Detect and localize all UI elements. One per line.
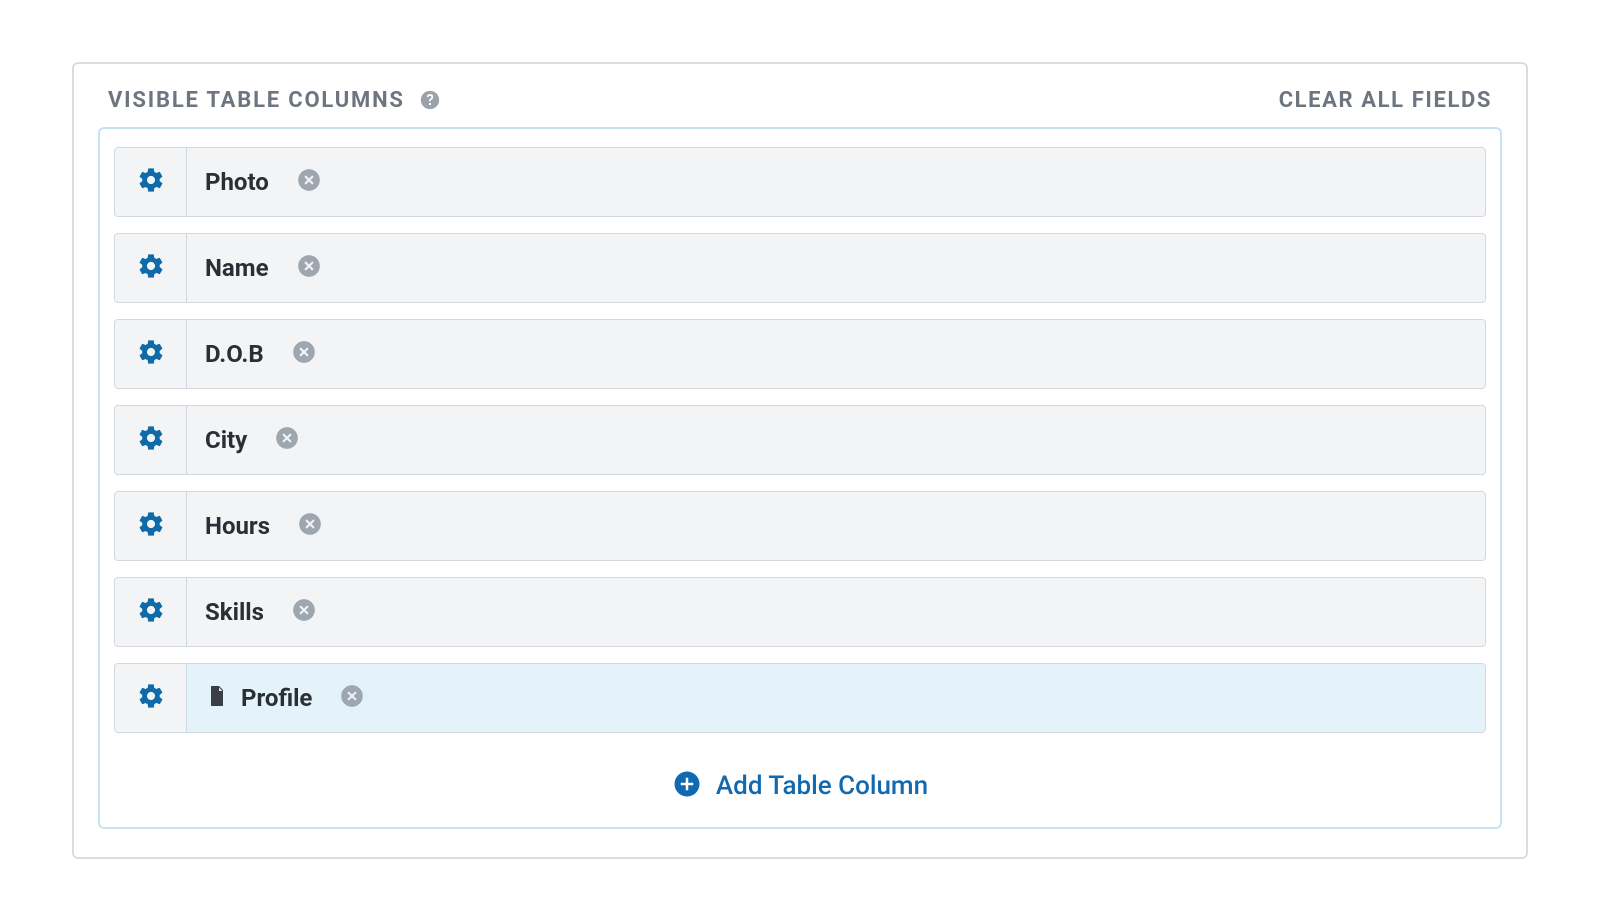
column-row[interactable]: Skills <box>114 577 1486 647</box>
gear-icon <box>137 252 165 284</box>
close-icon <box>291 597 317 627</box>
panel-header: Visible Table Columns Clear All Fields <box>98 88 1502 127</box>
column-settings-button[interactable] <box>115 234 187 302</box>
add-table-column-button[interactable]: Add Table Column <box>114 769 1486 803</box>
close-icon <box>274 425 300 455</box>
column-label: Photo <box>205 168 269 196</box>
column-settings-button[interactable] <box>115 578 187 646</box>
gear-icon <box>137 338 165 370</box>
column-body[interactable]: D.O.B <box>187 320 1485 388</box>
visible-columns-panel: Visible Table Columns Clear All Fields P… <box>72 62 1528 859</box>
remove-column-button[interactable] <box>324 683 380 713</box>
column-settings-button[interactable] <box>115 406 187 474</box>
column-label: Skills <box>205 598 264 626</box>
column-row[interactable]: D.O.B <box>114 319 1486 389</box>
column-body[interactable]: City <box>187 406 1485 474</box>
gear-icon <box>137 596 165 628</box>
help-icon[interactable] <box>419 89 441 111</box>
close-icon <box>297 511 323 541</box>
column-settings-button[interactable] <box>115 148 187 216</box>
column-body[interactable]: Skills <box>187 578 1485 646</box>
column-row[interactable]: Profile <box>114 663 1486 733</box>
column-settings-button[interactable] <box>115 320 187 388</box>
close-icon <box>296 167 322 197</box>
close-icon <box>291 339 317 369</box>
close-icon <box>296 253 322 283</box>
column-label: Hours <box>205 512 270 540</box>
plus-circle-icon <box>672 769 702 803</box>
column-body[interactable]: Hours <box>187 492 1485 560</box>
document-icon <box>205 682 229 714</box>
column-row[interactable]: City <box>114 405 1486 475</box>
close-icon <box>339 683 365 713</box>
section-title: Visible Table Columns <box>108 88 405 113</box>
remove-column-button[interactable] <box>259 425 315 455</box>
panel-header-left: Visible Table Columns <box>108 88 441 113</box>
remove-column-button[interactable] <box>276 339 332 369</box>
column-row[interactable]: Name <box>114 233 1486 303</box>
remove-column-button[interactable] <box>281 253 337 283</box>
column-label: D.O.B <box>205 340 264 368</box>
column-row[interactable]: Photo <box>114 147 1486 217</box>
gear-icon <box>137 166 165 198</box>
column-label: City <box>205 426 247 454</box>
column-label: Profile <box>241 684 312 712</box>
gear-icon <box>137 682 165 714</box>
column-row[interactable]: Hours <box>114 491 1486 561</box>
column-label: Name <box>205 254 269 282</box>
remove-column-button[interactable] <box>281 167 337 197</box>
columns-frame: Photo Name D.O.B City Hours Skills Profile Add… <box>98 127 1502 829</box>
add-table-column-label: Add Table Column <box>716 771 928 801</box>
columns-list: Photo Name D.O.B City Hours Skills Profile <box>114 147 1486 733</box>
column-settings-button[interactable] <box>115 664 187 732</box>
column-body[interactable]: Name <box>187 234 1485 302</box>
column-body[interactable]: Profile <box>187 664 1485 732</box>
gear-icon <box>137 424 165 456</box>
column-settings-button[interactable] <box>115 492 187 560</box>
clear-all-fields-button[interactable]: Clear All Fields <box>1279 88 1492 113</box>
column-body[interactable]: Photo <box>187 148 1485 216</box>
gear-icon <box>137 510 165 542</box>
remove-column-button[interactable] <box>276 597 332 627</box>
remove-column-button[interactable] <box>282 511 338 541</box>
